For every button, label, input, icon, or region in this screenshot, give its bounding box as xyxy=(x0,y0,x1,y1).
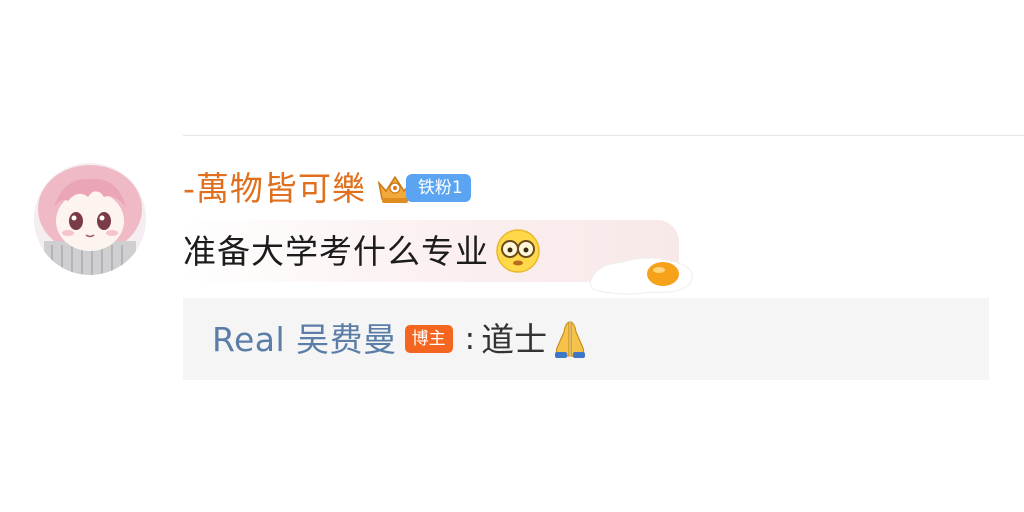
comment-text: 准备大学考什么专业 xyxy=(183,231,489,271)
comment-username[interactable]: -萬物皆可樂 xyxy=(183,172,366,205)
avatar-illustration xyxy=(34,163,146,275)
reply[interactable]: Real 吴费曼 博主 : 道士 xyxy=(183,298,989,380)
blogger-badge: 博主 xyxy=(404,325,453,353)
fried-egg-icon xyxy=(583,250,699,298)
comment-body: 准备大学考什么专业 xyxy=(179,220,1003,295)
comment-thread: -萬物皆可樂 铁粉1 准备大学考什么专业 Real 吴费曼 博主: 道士 xyxy=(0,0,1024,512)
reply-separator: : xyxy=(464,320,476,357)
glasses-emoji-icon xyxy=(495,228,541,274)
comment-header: -萬物皆可樂 铁粉1 xyxy=(183,160,1003,216)
comment: -萬物皆可樂 铁粉1 准备大学考什么专业 xyxy=(179,160,1003,295)
avatar[interactable] xyxy=(34,163,146,275)
pray-icon xyxy=(549,318,591,360)
fan-badge: 铁粉1 xyxy=(405,174,471,202)
divider xyxy=(183,135,1024,136)
reply-username[interactable]: Real 吴费曼 xyxy=(212,323,397,356)
reply-text: 道士 xyxy=(481,319,548,359)
